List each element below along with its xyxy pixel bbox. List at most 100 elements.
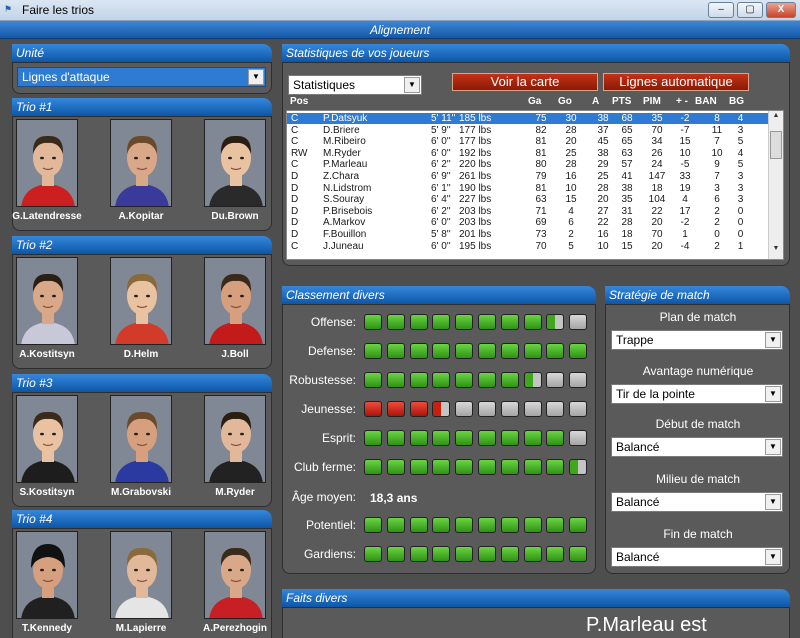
table-row[interactable]: D N.Lidstrom 6' 1'' 190 lbs 81 10 28 38 18 19 3 3 <box>287 183 769 194</box>
table-row[interactable]: C J.Juneau 6' 0'' 195 lbs 70 5 10 15 20 -4 2 1 <box>287 241 769 252</box>
column-header[interactable]: + - <box>676 96 688 107</box>
player-photo[interactable] <box>204 395 266 483</box>
trio-header: Trio #4 <box>12 510 272 528</box>
player-photo[interactable] <box>110 395 172 483</box>
chevron-down-icon[interactable]: ▼ <box>248 69 264 85</box>
player-photo[interactable] <box>110 257 172 345</box>
player-photo[interactable] <box>16 119 78 207</box>
strategy-select[interactable]: Balancé ▼ <box>611 492 783 512</box>
chevron-down-icon[interactable]: ▼ <box>404 77 420 93</box>
player-name: A.Kopitar <box>118 211 164 222</box>
strategy-select[interactable]: Trappe ▼ <box>611 330 783 350</box>
table-cell: 7 <box>714 136 720 148</box>
rating-segment <box>500 314 519 330</box>
table-cell: C <box>291 159 299 171</box>
chevron-down-icon[interactable]: ▼ <box>765 494 781 510</box>
chevron-down-icon[interactable]: ▼ <box>765 332 781 348</box>
scroll-up-icon[interactable]: ▲ <box>770 112 782 124</box>
player-portrait <box>17 396 77 482</box>
maximize-button[interactable]: ▢ <box>737 2 763 18</box>
chevron-down-icon[interactable]: ▼ <box>765 549 781 565</box>
player-photo[interactable] <box>110 119 172 207</box>
scroll-down-icon[interactable]: ▼ <box>770 245 782 257</box>
player-photo[interactable] <box>204 531 266 619</box>
table-row[interactable]: D P.Brisebois 6' 2'' 203 lbs 71 4 27 31 22 17 2 0 <box>287 206 769 217</box>
rating-segment <box>546 314 565 330</box>
table-cell: 5 <box>568 240 574 252</box>
rating-segment <box>478 343 496 359</box>
rating-segment <box>432 517 451 533</box>
unit-select-value: Lignes d'attaque <box>22 70 110 84</box>
strategy-select-value: Balancé <box>616 440 660 454</box>
column-header[interactable]: A <box>592 96 599 107</box>
table-cell: D <box>291 182 299 194</box>
table-cell: 6' 0'' <box>431 217 451 229</box>
view-card-button[interactable]: Voir la carte <box>452 73 598 91</box>
title-bar: ⚑ Faire les trios – ▢ X <box>0 0 800 21</box>
player-photo[interactable] <box>110 531 172 619</box>
stats-scrollbar[interactable]: ▲ ▼ <box>768 111 783 259</box>
minimize-button[interactable]: – <box>708 2 734 18</box>
table-cell: 5 <box>737 159 744 171</box>
table-row[interactable]: C P.Datsyuk 5' 11'' 185 lbs 75 30 38 68 35 -2 8 4 <box>287 113 769 124</box>
player-photo[interactable] <box>16 531 78 619</box>
unit-select[interactable]: Lignes d'attaque ▼ <box>17 67 266 87</box>
column-header[interactable]: Go <box>558 96 572 107</box>
stats-select[interactable]: Statistiques ▼ <box>288 75 422 95</box>
rating-segment <box>364 401 382 417</box>
table-cell: 31 <box>621 205 633 217</box>
table-cell: 33 <box>679 171 691 182</box>
column-header[interactable]: Pos <box>290 96 308 107</box>
chevron-down-icon[interactable]: ▼ <box>765 439 781 455</box>
table-cell: P.Marleau <box>323 159 368 171</box>
rating-segment <box>569 314 588 330</box>
rating-segment <box>523 546 542 562</box>
facts-panel <box>282 607 790 638</box>
table-cell: 5' 8'' <box>431 229 451 240</box>
trio-header: Trio #3 <box>12 374 272 392</box>
rating-segment <box>455 401 474 417</box>
close-button[interactable]: X <box>766 2 796 18</box>
table-cell: N.Lidstrom <box>323 182 372 194</box>
player-photo[interactable] <box>204 257 266 345</box>
player-photo[interactable] <box>16 395 78 483</box>
table-cell: 5' 11'' <box>431 113 456 124</box>
trio-header: Trio #1 <box>12 98 272 116</box>
table-row[interactable]: D S.Souray 6' 4'' 227 lbs 63 15 20 35 104 4 6 3 <box>287 194 769 205</box>
scroll-thumb[interactable] <box>770 131 782 159</box>
table-cell: 27 <box>597 205 609 217</box>
table-row[interactable]: RW M.Ryder 6' 0'' 192 lbs 81 25 38 63 26 10 10 4 <box>287 148 769 159</box>
stats-table[interactable]: C P.Datsyuk 5' 11'' 185 lbs 75 30 38 68 35 -2 8 4 C D… <box>286 110 784 260</box>
rating-segment <box>546 430 565 446</box>
rating-segment <box>569 343 588 359</box>
auto-lines-button[interactable]: Lignes automatique <box>603 73 749 91</box>
column-header[interactable]: PIM <box>643 96 661 107</box>
table-cell: 190 lbs <box>459 182 492 194</box>
column-header[interactable]: BG <box>729 96 744 107</box>
table-cell: 19 <box>679 182 691 194</box>
rating-segment <box>546 517 565 533</box>
table-cell: 18 <box>621 229 633 240</box>
table-cell: 220 lbs <box>459 159 492 171</box>
table-row[interactable]: C D.Briere 5' 9'' 177 lbs 82 28 37 65 70 -7 11 3 <box>287 125 769 136</box>
strategy-select[interactable]: Tir de la pointe ▼ <box>611 384 783 404</box>
column-header[interactable]: PTS <box>612 96 631 107</box>
rating-segment <box>500 517 519 533</box>
table-row[interactable]: C M.Ribeiro 6' 0'' 177 lbs 81 20 45 65 34 15 7 5 <box>287 136 769 147</box>
column-header[interactable]: Ga <box>528 96 541 107</box>
table-cell: 70 <box>651 124 663 136</box>
column-header[interactable]: BAN <box>695 96 717 107</box>
table-cell: RW <box>291 147 308 159</box>
strategy-select[interactable]: Balancé ▼ <box>611 437 783 457</box>
table-row[interactable]: D F.Bouillon 5' 8'' 201 lbs 73 2 16 18 70 1 0 0 <box>287 229 769 240</box>
rating-segment <box>432 459 451 475</box>
table-row[interactable]: D Z.Chara 6' 9'' 261 lbs 79 16 25 41 147 33 7 3 <box>287 171 769 182</box>
chevron-down-icon[interactable]: ▼ <box>765 386 781 402</box>
table-row[interactable]: D A.Markov 6' 0'' 203 lbs 69 6 22 28 20 -2 2 0 <box>287 217 769 228</box>
player-photo[interactable] <box>204 119 266 207</box>
table-row[interactable]: C P.Marleau 6' 2'' 220 lbs 80 28 29 57 24 -5 9 5 <box>287 159 769 170</box>
table-cell: 22 <box>597 217 609 229</box>
strategy-select[interactable]: Balancé ▼ <box>611 547 783 567</box>
rating-segment <box>409 343 428 359</box>
player-photo[interactable] <box>16 257 78 345</box>
